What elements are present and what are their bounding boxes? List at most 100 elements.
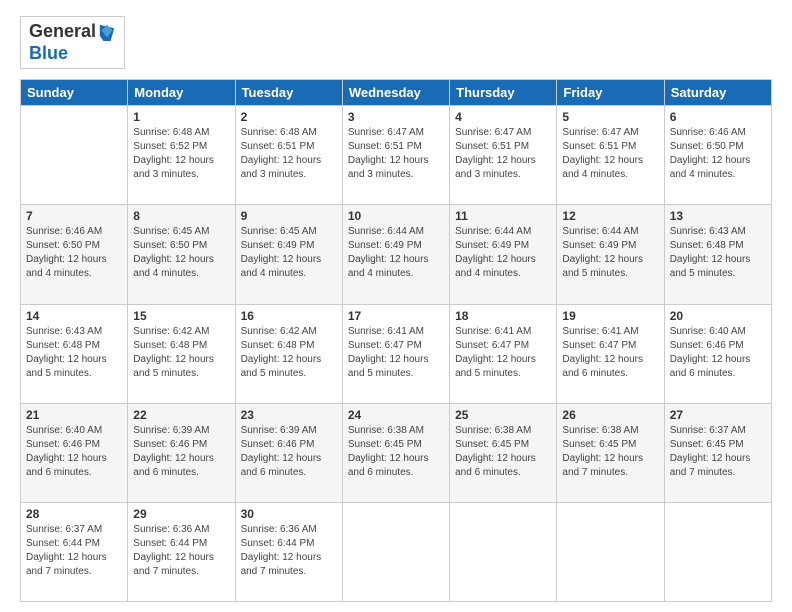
day-info: Sunrise: 6:44 AMSunset: 6:49 PMDaylight:… — [455, 225, 551, 281]
day-number: 2 — [241, 110, 337, 124]
calendar-cell: 17Sunrise: 6:41 AMSunset: 6:47 PMDayligh… — [342, 304, 449, 403]
calendar-cell: 2 Sunrise: 6:48 AMSunset: 6:51 PMDaylight… — [235, 106, 342, 205]
calendar-cell: 3 Sunrise: 6:47 AMSunset: 6:51 PMDaylight… — [342, 106, 449, 205]
calendar-cell: 16Sunrise: 6:42 AMSunset: 6:48 PMDayligh… — [235, 304, 342, 403]
day-info: Sunrise: 6:42 AMSunset: 6:48 PMDaylight:… — [133, 325, 229, 381]
day-number: 19 — [562, 309, 658, 323]
day-number: 14 — [26, 309, 122, 323]
calendar-week-row: 7 Sunrise: 6:46 AMSunset: 6:50 PMDaylight… — [21, 205, 772, 304]
day-number: 8 — [133, 209, 229, 223]
header: GeneralBlue — [20, 16, 772, 69]
calendar-cell — [450, 502, 557, 601]
day-info: Sunrise: 6:36 AMSunset: 6:44 PMDaylight:… — [133, 523, 229, 579]
day-number: 6 — [670, 110, 766, 124]
weekday-header-wednesday: Wednesday — [342, 80, 449, 106]
day-info: Sunrise: 6:45 AMSunset: 6:49 PMDaylight:… — [241, 225, 337, 281]
day-number: 12 — [562, 209, 658, 223]
logo-general-text: General — [29, 21, 96, 43]
day-info: Sunrise: 6:43 AMSunset: 6:48 PMDaylight:… — [670, 225, 766, 281]
calendar-cell: 18 Sunrise: 6:41 AMSunset: 6:47 PMDayligh… — [450, 304, 557, 403]
calendar-table: SundayMondayTuesdayWednesdayThursdayFrid… — [20, 79, 772, 602]
day-info: Sunrise: 6:38 AMSunset: 6:45 PMDaylight:… — [348, 424, 444, 480]
weekday-header-sunday: Sunday — [21, 80, 128, 106]
day-number: 9 — [241, 209, 337, 223]
day-info: Sunrise: 6:38 AMSunset: 6:45 PMDaylight:… — [562, 424, 658, 480]
calendar-cell: 30Sunrise: 6:36 AMSunset: 6:44 PMDayligh… — [235, 502, 342, 601]
day-number: 28 — [26, 507, 122, 521]
calendar-cell: 9 Sunrise: 6:45 AMSunset: 6:49 PMDaylight… — [235, 205, 342, 304]
page: GeneralBlue SundayMondayTuesdayWednesday… — [0, 0, 792, 612]
weekday-header-tuesday: Tuesday — [235, 80, 342, 106]
calendar-cell: 29 Sunrise: 6:36 AMSunset: 6:44 PMDayligh… — [128, 502, 235, 601]
calendar-cell: 23 Sunrise: 6:39 AMSunset: 6:46 PMDayligh… — [235, 403, 342, 502]
weekday-header-monday: Monday — [128, 80, 235, 106]
day-number: 3 — [348, 110, 444, 124]
logo: GeneralBlue — [20, 16, 125, 69]
calendar-header-row: SundayMondayTuesdayWednesdayThursdayFrid… — [21, 80, 772, 106]
calendar-cell: 21 Sunrise: 6:40 AMSunset: 6:46 PMDayligh… — [21, 403, 128, 502]
calendar-week-row: 1 Sunrise: 6:48 AMSunset: 6:52 PMDaylight… — [21, 106, 772, 205]
day-info: Sunrise: 6:40 AMSunset: 6:46 PMDaylight:… — [26, 424, 122, 480]
calendar-cell: 8 Sunrise: 6:45 AMSunset: 6:50 PMDaylight… — [128, 205, 235, 304]
day-info: Sunrise: 6:43 AMSunset: 6:48 PMDaylight:… — [26, 325, 122, 381]
day-info: Sunrise: 6:37 AMSunset: 6:45 PMDaylight:… — [670, 424, 766, 480]
day-number: 23 — [241, 408, 337, 422]
day-info: Sunrise: 6:41 AMSunset: 6:47 PMDaylight:… — [348, 325, 444, 381]
weekday-header-saturday: Saturday — [664, 80, 771, 106]
day-info: Sunrise: 6:48 AMSunset: 6:51 PMDaylight:… — [241, 126, 337, 182]
day-number: 16 — [241, 309, 337, 323]
calendar-cell — [342, 502, 449, 601]
day-number: 13 — [670, 209, 766, 223]
calendar-cell: 14 Sunrise: 6:43 AMSunset: 6:48 PMDayligh… — [21, 304, 128, 403]
day-info: Sunrise: 6:38 AMSunset: 6:45 PMDaylight:… — [455, 424, 551, 480]
calendar-cell — [664, 502, 771, 601]
day-info: Sunrise: 6:48 AMSunset: 6:52 PMDaylight:… — [133, 126, 229, 182]
day-number: 21 — [26, 408, 122, 422]
calendar-week-row: 14 Sunrise: 6:43 AMSunset: 6:48 PMDayligh… — [21, 304, 772, 403]
calendar-cell: 12Sunrise: 6:44 AMSunset: 6:49 PMDayligh… — [557, 205, 664, 304]
day-number: 26 — [562, 408, 658, 422]
day-info: Sunrise: 6:39 AMSunset: 6:46 PMDaylight:… — [133, 424, 229, 480]
day-number: 7 — [26, 209, 122, 223]
day-number: 29 — [133, 507, 229, 521]
day-info: Sunrise: 6:44 AMSunset: 6:49 PMDaylight:… — [348, 225, 444, 281]
day-number: 1 — [133, 110, 229, 124]
calendar-cell: 24 Sunrise: 6:38 AMSunset: 6:45 PMDayligh… — [342, 403, 449, 502]
day-info: Sunrise: 6:46 AMSunset: 6:50 PMDaylight:… — [26, 225, 122, 281]
day-info: Sunrise: 6:47 AMSunset: 6:51 PMDaylight:… — [455, 126, 551, 182]
day-info: Sunrise: 6:37 AMSunset: 6:44 PMDaylight:… — [26, 523, 122, 579]
calendar-cell: 27 Sunrise: 6:37 AMSunset: 6:45 PMDayligh… — [664, 403, 771, 502]
day-number: 15 — [133, 309, 229, 323]
day-number: 25 — [455, 408, 551, 422]
logo-icon — [98, 23, 116, 41]
weekday-header-thursday: Thursday — [450, 80, 557, 106]
calendar-cell: 5Sunrise: 6:47 AMSunset: 6:51 PMDaylight… — [557, 106, 664, 205]
calendar-cell: 25 Sunrise: 6:38 AMSunset: 6:45 PMDayligh… — [450, 403, 557, 502]
calendar-cell — [21, 106, 128, 205]
logo-box: GeneralBlue — [20, 16, 125, 69]
day-number: 20 — [670, 309, 766, 323]
day-info: Sunrise: 6:45 AMSunset: 6:50 PMDaylight:… — [133, 225, 229, 281]
calendar-cell: 7 Sunrise: 6:46 AMSunset: 6:50 PMDaylight… — [21, 205, 128, 304]
day-number: 4 — [455, 110, 551, 124]
day-number: 5 — [562, 110, 658, 124]
day-info: Sunrise: 6:47 AMSunset: 6:51 PMDaylight:… — [348, 126, 444, 182]
day-number: 11 — [455, 209, 551, 223]
calendar-cell: 6 Sunrise: 6:46 AMSunset: 6:50 PMDaylight… — [664, 106, 771, 205]
day-info: Sunrise: 6:41 AMSunset: 6:47 PMDaylight:… — [455, 325, 551, 381]
day-info: Sunrise: 6:46 AMSunset: 6:50 PMDaylight:… — [670, 126, 766, 182]
calendar-week-row: 28 Sunrise: 6:37 AMSunset: 6:44 PMDayligh… — [21, 502, 772, 601]
calendar-cell: 19 Sunrise: 6:41 AMSunset: 6:47 PMDayligh… — [557, 304, 664, 403]
calendar-cell: 15 Sunrise: 6:42 AMSunset: 6:48 PMDayligh… — [128, 304, 235, 403]
day-number: 27 — [670, 408, 766, 422]
calendar-cell: 4 Sunrise: 6:47 AMSunset: 6:51 PMDaylight… — [450, 106, 557, 205]
day-number: 24 — [348, 408, 444, 422]
calendar-week-row: 21 Sunrise: 6:40 AMSunset: 6:46 PMDayligh… — [21, 403, 772, 502]
day-info: Sunrise: 6:41 AMSunset: 6:47 PMDaylight:… — [562, 325, 658, 381]
calendar-cell: 11 Sunrise: 6:44 AMSunset: 6:49 PMDayligh… — [450, 205, 557, 304]
calendar-cell: 1 Sunrise: 6:48 AMSunset: 6:52 PMDaylight… — [128, 106, 235, 205]
day-number: 18 — [455, 309, 551, 323]
calendar-cell: 10Sunrise: 6:44 AMSunset: 6:49 PMDayligh… — [342, 205, 449, 304]
day-info: Sunrise: 6:39 AMSunset: 6:46 PMDaylight:… — [241, 424, 337, 480]
calendar-cell: 20Sunrise: 6:40 AMSunset: 6:46 PMDayligh… — [664, 304, 771, 403]
